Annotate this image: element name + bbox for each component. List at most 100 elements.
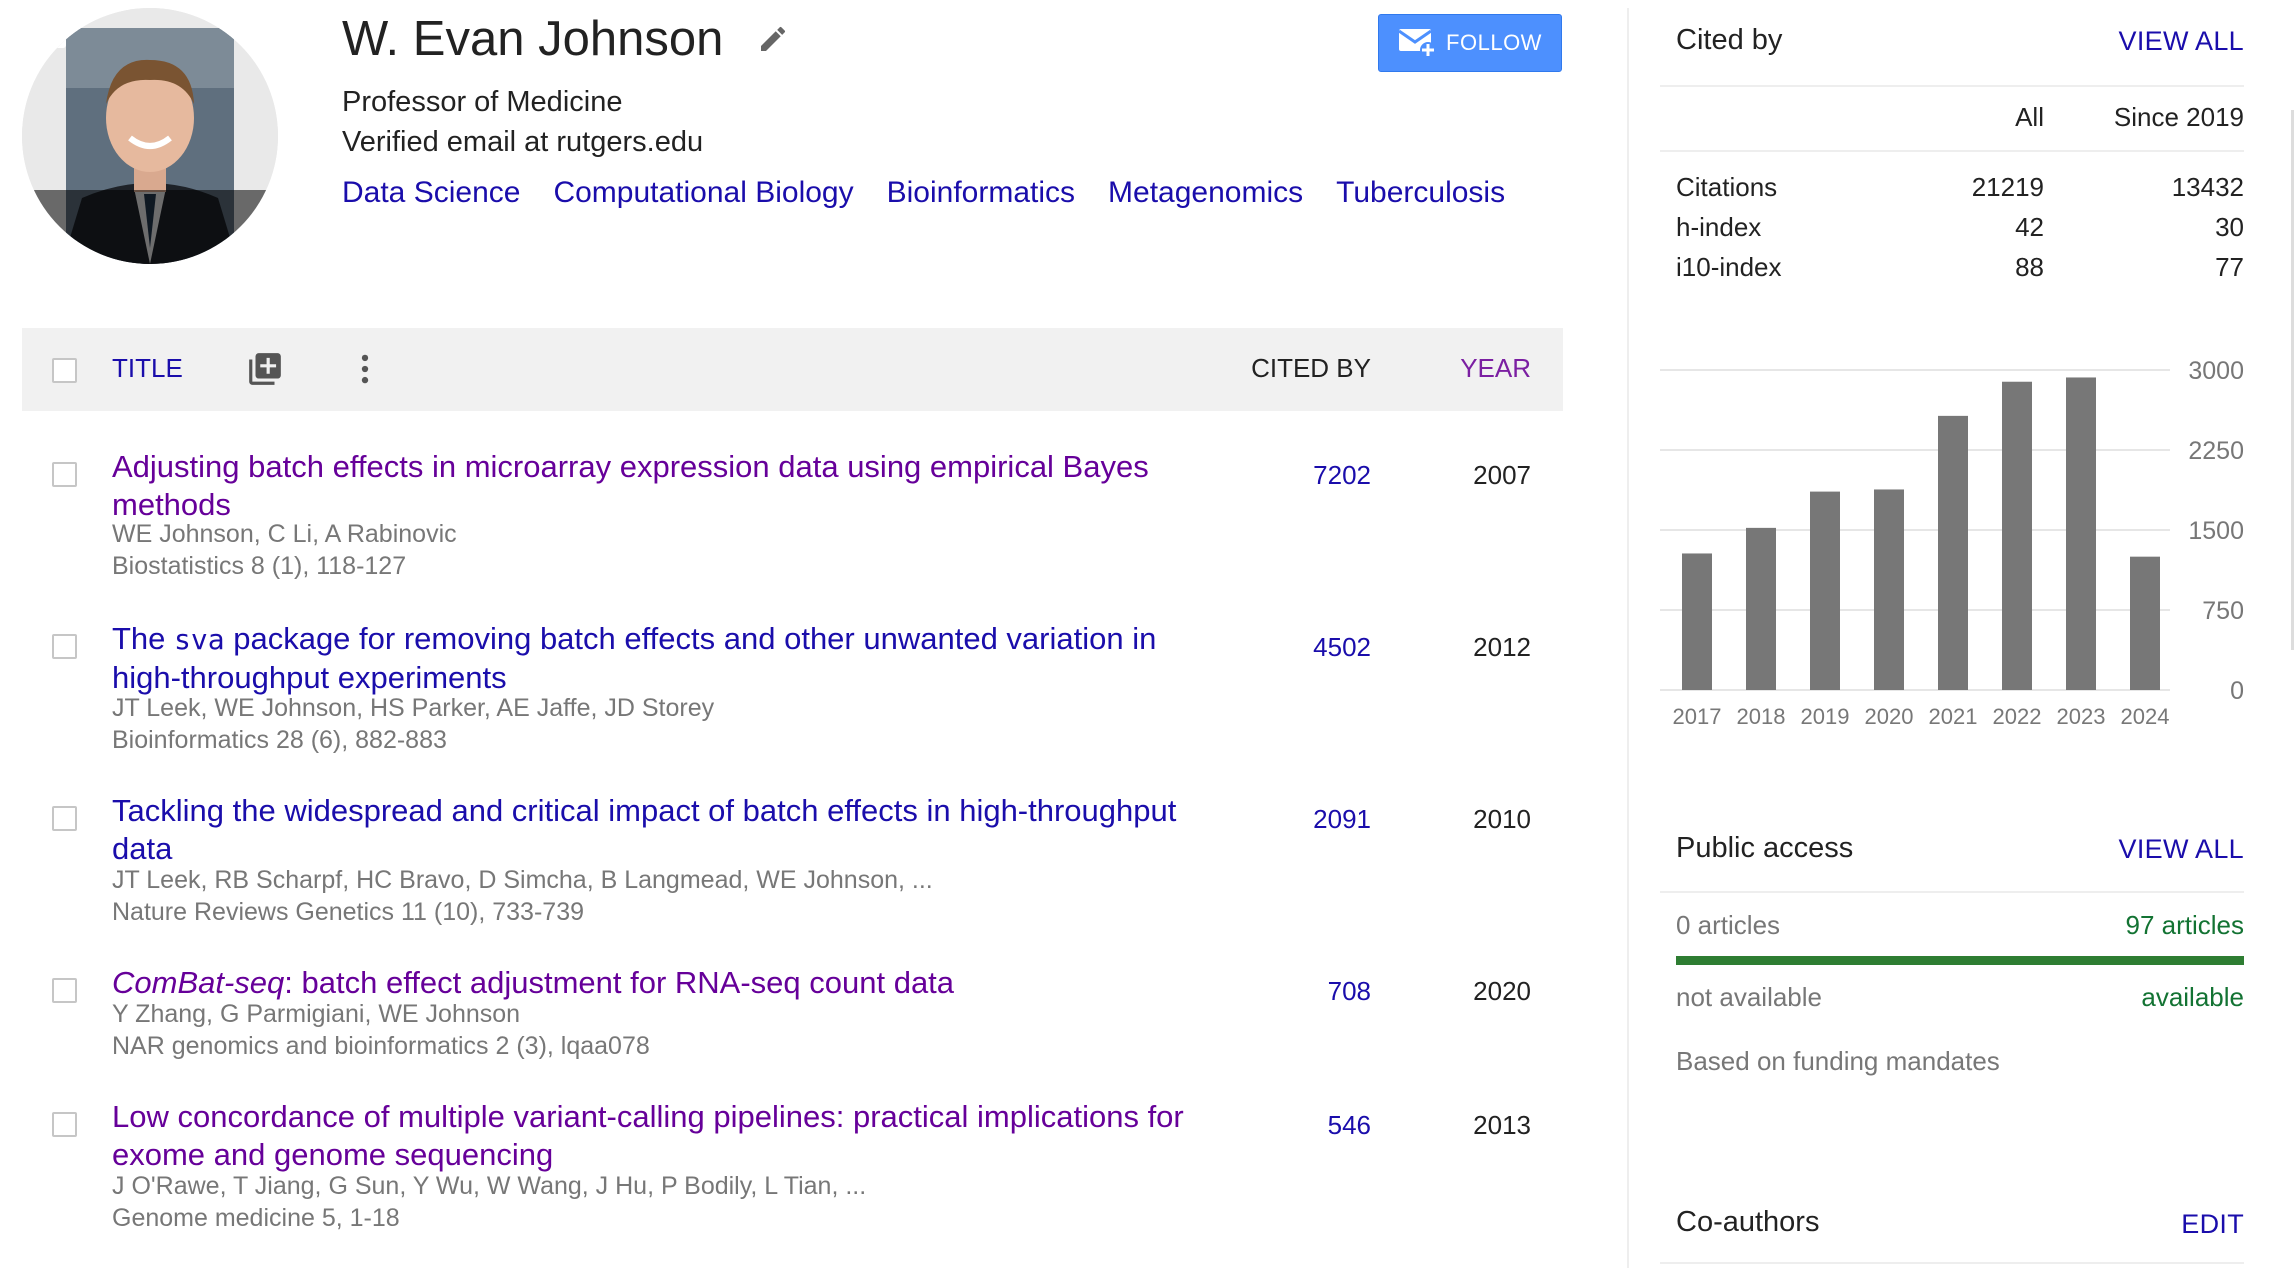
sort-by-cited-by[interactable]: CITED BY xyxy=(1251,353,1371,384)
article-venue: Genome medicine 5, 1-18 xyxy=(112,1204,400,1232)
select-all-checkbox[interactable] xyxy=(52,358,77,383)
x-tick-label: 2019 xyxy=(1801,704,1850,729)
article-authors: JT Leek, WE Johnson, HS Parker, AE Jaffe… xyxy=(112,694,715,722)
article-cited-by[interactable]: 2091 xyxy=(1313,804,1371,835)
article-title-part: : batch effect adjustment for RNA-seq co… xyxy=(284,965,955,1000)
y-tick-label: 750 xyxy=(2202,597,2244,625)
x-tick-label: 2023 xyxy=(2057,704,2106,729)
citation-bar-2023[interactable] xyxy=(2066,377,2096,690)
article-year: 2007 xyxy=(1473,460,1531,490)
article-cited-by[interactable]: 546 xyxy=(1328,1110,1371,1141)
article-title-part: package for removing batch effects and o… xyxy=(112,621,1157,695)
public-access-view-all[interactable]: VIEW ALL xyxy=(2119,834,2244,865)
article-year: 2010 xyxy=(1473,804,1531,834)
interest-computational-biology[interactable]: Computational Biology xyxy=(553,176,853,210)
x-tick-label: 2017 xyxy=(1673,704,1722,729)
divider xyxy=(1660,85,2244,87)
citations-since: 13432 xyxy=(2171,172,2244,202)
article-authors: WE Johnson, C Li, A Rabinovic xyxy=(112,520,457,548)
article-checkbox[interactable] xyxy=(52,978,77,1003)
article-row: Low concordance of multiple variant-call… xyxy=(22,1098,1563,1238)
citations-per-year-chart: 0 750 1500 2250 3000 2017 2018 2019 2020 2021 2022… xyxy=(1660,357,2244,729)
h-index-since: 30 xyxy=(2215,212,2244,242)
article-title[interactable]: ComBat-seq: batch effect adjustment for … xyxy=(112,964,1232,1002)
article-year: 2012 xyxy=(1473,632,1531,662)
citation-bar-2024[interactable] xyxy=(2130,556,2160,690)
article-title-part: The xyxy=(112,621,175,656)
sort-by-title[interactable]: TITLE xyxy=(112,353,183,384)
article-title-code: sva xyxy=(174,623,225,656)
article-venue: Nature Reviews Genetics 11 (10), 733-739 xyxy=(112,898,584,926)
follow-button[interactable]: FOLLOW xyxy=(1378,14,1562,72)
article-title[interactable]: Low concordance of multiple variant-call… xyxy=(112,1098,1232,1174)
x-tick-label: 2022 xyxy=(1993,704,2042,729)
article-title[interactable]: Adjusting batch effects in microarray ex… xyxy=(112,448,1232,524)
h-index-all: 42 xyxy=(2015,212,2044,242)
unavailable-count[interactable]: 0 articles xyxy=(1676,910,1780,941)
article-authors: JT Leek, RB Scharpf, HC Bravo, D Simcha,… xyxy=(112,866,933,894)
citations-all: 21219 xyxy=(1971,172,2044,202)
follow-label: FOLLOW xyxy=(1446,30,1542,55)
profile-affiliation: Professor of Medicine xyxy=(342,86,623,118)
y-tick-label: 3000 xyxy=(2188,357,2244,385)
column-divider xyxy=(1627,8,1629,1268)
available-label: available xyxy=(2141,982,2244,1012)
public-access-bar xyxy=(1676,956,2244,965)
x-tick-label: 2024 xyxy=(2121,704,2170,729)
citation-bar-2020[interactable] xyxy=(1874,489,1904,690)
citation-bar-2019[interactable] xyxy=(1810,491,1840,690)
article-checkbox[interactable] xyxy=(52,462,77,487)
article-checkbox[interactable] xyxy=(52,634,77,659)
coauthors-edit[interactable]: EDIT xyxy=(2181,1209,2244,1240)
y-tick-label: 1500 xyxy=(2188,517,2244,545)
coauthors-heading: Co-authors xyxy=(1676,1206,1820,1238)
x-tick-label: 2020 xyxy=(1865,704,1914,729)
i10-index-since: 77 xyxy=(2215,252,2244,282)
pencil-icon[interactable] xyxy=(757,23,789,55)
cited-by-view-all[interactable]: VIEW ALL xyxy=(2119,26,2244,57)
citation-bar-2017[interactable] xyxy=(1682,553,1712,690)
citation-bar-2018[interactable] xyxy=(1746,527,1776,690)
add-photo-icon[interactable] xyxy=(22,8,68,50)
article-title[interactable]: Tackling the widespread and critical imp… xyxy=(112,792,1232,868)
y-tick-label: 2250 xyxy=(2188,437,2244,465)
profile-email: Verified email at rutgers.edu xyxy=(342,126,704,158)
article-row: The sva package for removing batch effec… xyxy=(22,620,1563,760)
divider xyxy=(1660,150,2244,152)
interest-bioinformatics[interactable]: Bioinformatics xyxy=(887,176,1075,210)
article-venue: Bioinformatics 28 (6), 882-883 xyxy=(112,726,447,754)
sort-by-year[interactable]: YEAR xyxy=(1460,353,1531,384)
article-row: Tackling the widespread and critical imp… xyxy=(22,792,1563,932)
x-tick-label: 2021 xyxy=(1929,704,1978,729)
profile-photo[interactable] xyxy=(22,8,278,264)
citation-bar-2022[interactable] xyxy=(2002,381,2032,690)
article-title[interactable]: The sva package for removing batch effec… xyxy=(112,620,1232,697)
i10-index-all: 88 xyxy=(2015,252,2044,282)
article-row: ComBat-seq: batch effect adjustment for … xyxy=(22,964,1563,1074)
article-checkbox[interactable] xyxy=(52,1112,77,1137)
interest-data-science[interactable]: Data Science xyxy=(342,176,520,210)
article-venue: Biostatistics 8 (1), 118-127 xyxy=(112,552,407,580)
citations-label: Citations xyxy=(1676,172,1778,202)
not-available-label: not available xyxy=(1676,982,1822,1012)
add-to-library-icon[interactable] xyxy=(246,350,284,388)
article-title-emphasis: ComBat-seq xyxy=(112,965,285,1000)
interest-tuberculosis[interactable]: Tuberculosis xyxy=(1336,176,1505,210)
photo-overlay xyxy=(22,190,278,264)
available-count[interactable]: 97 articles xyxy=(2126,910,2245,941)
article-authors: J O'Rawe, T Jiang, G Sun, Y Wu, W Wang, … xyxy=(112,1172,867,1200)
article-year: 2020 xyxy=(1473,976,1531,1006)
article-cited-by[interactable]: 4502 xyxy=(1313,632,1371,663)
interest-metagenomics[interactable]: Metagenomics xyxy=(1108,176,1303,210)
article-cited-by[interactable]: 708 xyxy=(1328,976,1371,1007)
citation-bar-2021[interactable] xyxy=(1938,415,1968,690)
article-row: Adjusting batch effects in microarray ex… xyxy=(22,448,1563,588)
article-authors: Y Zhang, G Parmigiani, WE Johnson xyxy=(112,1000,521,1028)
divider xyxy=(1660,1262,2244,1264)
h-index-label: h-index xyxy=(1676,212,1762,242)
more-vert-icon[interactable] xyxy=(346,350,384,388)
article-checkbox[interactable] xyxy=(52,806,77,831)
article-cited-by[interactable]: 7202 xyxy=(1313,460,1371,491)
research-interests: Data Science Computational Biology Bioin… xyxy=(342,176,1538,210)
article-year: 2013 xyxy=(1473,1110,1531,1140)
